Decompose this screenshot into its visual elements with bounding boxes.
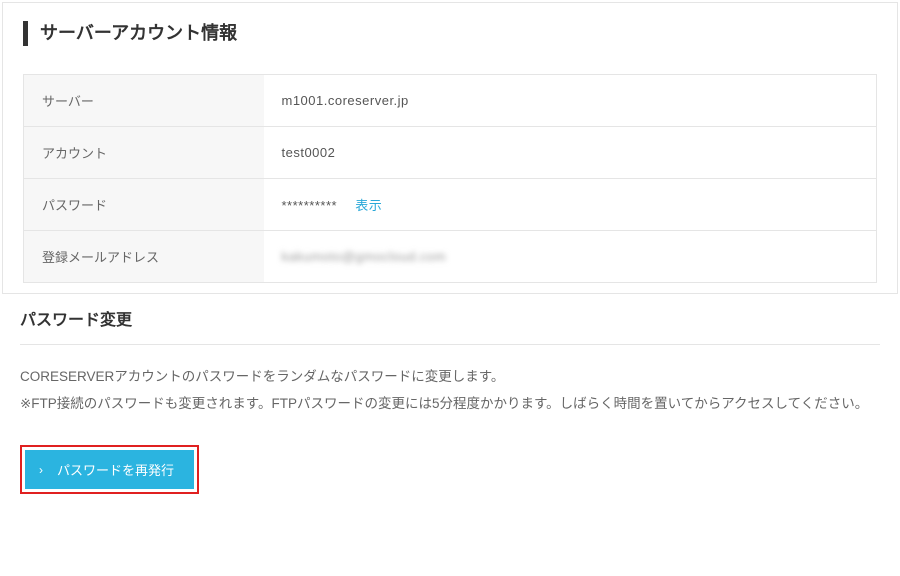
reissue-password-button[interactable]: › パスワードを再発行 [25,450,194,489]
chevron-right-icon: › [39,464,43,476]
server-account-panel: サーバーアカウント情報 サーバー m1001.coreserver.jp アカウ… [2,2,898,294]
password-change-section: パスワード変更 CORESERVERアカウントのパスワードをランダムなパスワード… [0,296,900,514]
table-row-server: サーバー m1001.coreserver.jp [24,75,877,127]
label-account: アカウント [24,127,264,179]
table-row-email: 登録メールアドレス kakumoto@gmocloud.com [24,231,877,283]
reissue-button-highlight: › パスワードを再発行 [20,445,199,494]
value-email-blurred: kakumoto@gmocloud.com [282,249,447,264]
reissue-button-label: パスワードを再発行 [57,460,174,479]
show-password-link[interactable]: 表示 [355,198,382,213]
table-row-password: パスワード ********** 表示 [24,179,877,231]
panel-title: サーバーアカウント情報 [23,21,877,46]
value-account: test0002 [264,127,877,179]
password-change-description: CORESERVERアカウントのパスワードをランダムなパスワードに変更します。 … [20,363,880,417]
value-server: m1001.coreserver.jp [264,75,877,127]
label-password: パスワード [24,179,264,231]
table-row-account: アカウント test0002 [24,127,877,179]
label-email: 登録メールアドレス [24,231,264,283]
desc-line-2: ※FTP接続のパスワードも変更されます。FTPパスワードの変更には5分程度かかり… [20,396,868,411]
account-info-table: サーバー m1001.coreserver.jp アカウント test0002 … [23,74,877,283]
label-server: サーバー [24,75,264,127]
value-password-cell: ********** 表示 [264,179,877,231]
desc-line-1: CORESERVERアカウントのパスワードをランダムなパスワードに変更します。 [20,369,504,384]
password-change-title: パスワード変更 [20,306,880,345]
value-email-cell: kakumoto@gmocloud.com [264,231,877,283]
value-password-masked: ********** [282,198,338,213]
